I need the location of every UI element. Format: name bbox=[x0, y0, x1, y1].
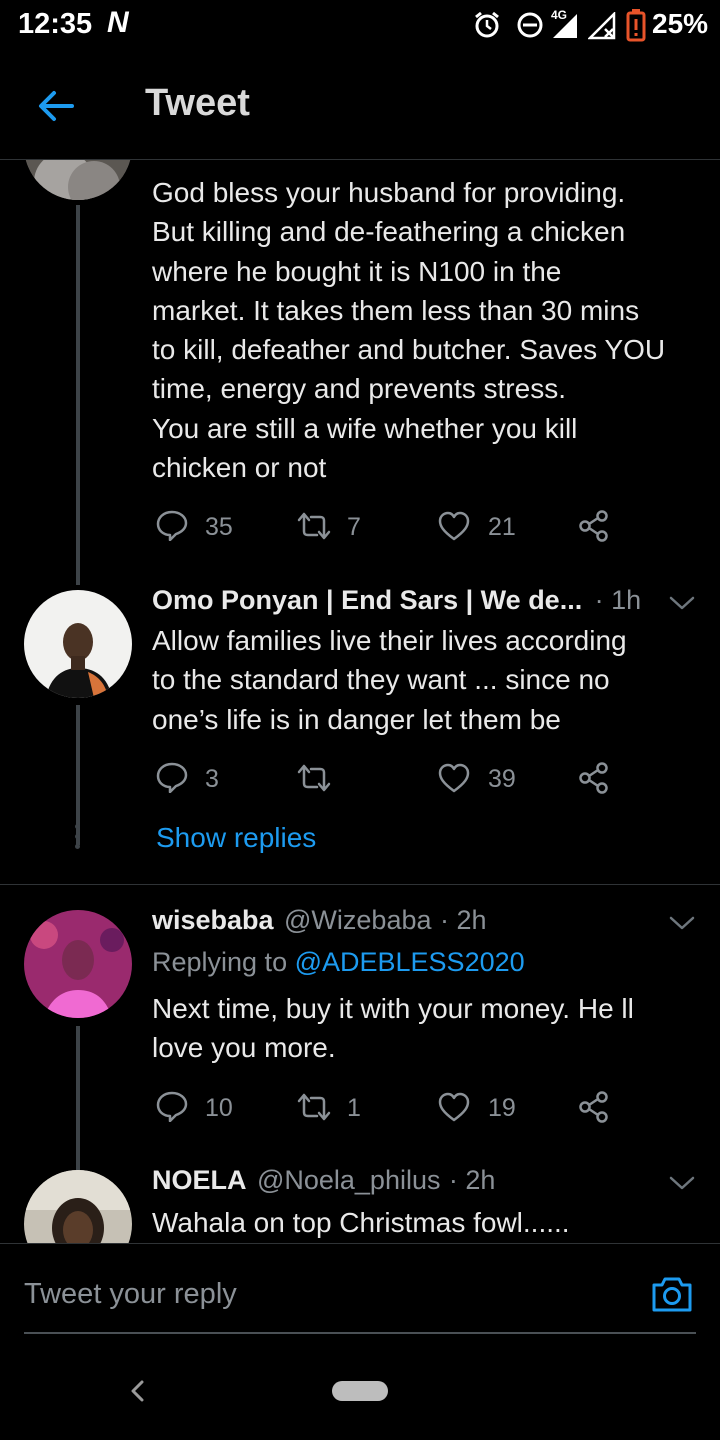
chevron-down-icon[interactable] bbox=[668, 593, 696, 613]
tweet-header: NOELA @Noela_philus · 2h bbox=[152, 1165, 662, 1201]
tweet-time: · 2h bbox=[439, 905, 487, 935]
camera-icon[interactable] bbox=[650, 1274, 694, 1314]
reply-icon[interactable] bbox=[155, 1090, 189, 1122]
user-name[interactable]: Omo Ponyan | End Sars | We de... bbox=[152, 585, 582, 615]
chevron-down-icon[interactable] bbox=[668, 1173, 696, 1193]
like-icon[interactable] bbox=[437, 762, 471, 794]
home-pill[interactable] bbox=[332, 1381, 388, 1401]
reply-count: 10 bbox=[205, 1094, 233, 1122]
reply-underline bbox=[24, 1332, 696, 1334]
retweet-count: 1 bbox=[347, 1094, 361, 1122]
avatar-photo bbox=[24, 160, 132, 200]
user-handle[interactable]: @Noela_philus bbox=[257, 1165, 441, 1195]
share-icon[interactable] bbox=[578, 509, 610, 543]
replying-to-label: Replying to bbox=[152, 947, 295, 977]
carrier-icon: N bbox=[107, 6, 129, 39]
share-icon[interactable] bbox=[578, 761, 610, 795]
battery-percent: 25% bbox=[652, 8, 709, 39]
like-icon[interactable] bbox=[437, 510, 471, 542]
reply-count: 3 bbox=[205, 765, 219, 793]
tweet-time: · 1h bbox=[594, 585, 642, 615]
replying-to-handle[interactable]: @ADEBLESS2020 bbox=[295, 947, 525, 977]
app-header: Tweet bbox=[0, 52, 720, 160]
like-count: 21 bbox=[488, 513, 516, 541]
avatar[interactable] bbox=[24, 1170, 132, 1243]
avatar[interactable] bbox=[24, 910, 132, 1018]
tweet-text: Next time, buy it with your money. He ll… bbox=[152, 993, 634, 1064]
tweet-actions: 35 7 21 bbox=[155, 507, 675, 547]
reply-icon[interactable] bbox=[155, 509, 189, 541]
chevron-down-icon[interactable] bbox=[668, 913, 696, 933]
avatar[interactable] bbox=[24, 590, 132, 698]
system-nav-bar bbox=[0, 1343, 720, 1440]
avatar-photo bbox=[24, 1170, 132, 1243]
retweet-icon[interactable] bbox=[295, 511, 333, 541]
user-name[interactable]: NOELA bbox=[152, 1165, 247, 1195]
avatar-photo bbox=[24, 910, 132, 1018]
page-title: Tweet bbox=[145, 82, 250, 124]
tweet-header: wisebaba @Wizebaba · 2h bbox=[152, 905, 662, 941]
status-bar: 12:35 N 4G 25% bbox=[0, 0, 720, 52]
tweet-actions: 10 1 19 bbox=[155, 1088, 675, 1128]
do-not-disturb-icon bbox=[517, 12, 543, 38]
tweet-thread: God bless your husband for providing. Bu… bbox=[0, 160, 720, 1243]
tweet-actions: 3 39 bbox=[155, 759, 675, 799]
user-handle[interactable]: @Wizebaba bbox=[284, 905, 431, 935]
thread-line bbox=[76, 205, 80, 585]
retweet-icon[interactable] bbox=[295, 763, 333, 793]
tweet-text: God bless your husband for providing. Bu… bbox=[152, 177, 666, 484]
user-name[interactable]: wisebaba bbox=[152, 905, 274, 935]
nav-back-icon[interactable] bbox=[128, 1379, 148, 1403]
retweet-count: 7 bbox=[347, 513, 361, 541]
reply-icon[interactable] bbox=[155, 761, 189, 793]
avatar-photo bbox=[24, 590, 132, 698]
tweet-time: · 2h bbox=[448, 1165, 496, 1195]
show-replies-link[interactable]: Show replies bbox=[156, 822, 316, 854]
like-icon[interactable] bbox=[437, 1091, 471, 1123]
status-time: 12:35 bbox=[18, 8, 93, 40]
like-count: 39 bbox=[488, 765, 516, 793]
avatar[interactable] bbox=[24, 160, 132, 200]
alarm-icon bbox=[475, 11, 499, 38]
reply-count: 35 bbox=[205, 513, 233, 541]
thread-more-dots bbox=[75, 824, 81, 854]
tweet-text: Wahala on top Christmas fowl...... bbox=[152, 1207, 570, 1238]
like-count: 19 bbox=[488, 1094, 516, 1122]
divider bbox=[0, 884, 720, 885]
retweet-icon[interactable] bbox=[295, 1092, 333, 1122]
signal-icon bbox=[553, 14, 577, 38]
arrow-left-icon[interactable] bbox=[36, 86, 76, 126]
reply-composer: Tweet your reply bbox=[0, 1243, 720, 1344]
share-icon[interactable] bbox=[578, 1090, 610, 1124]
reply-input[interactable]: Tweet your reply bbox=[24, 1278, 237, 1311]
signal-x-icon bbox=[588, 12, 616, 40]
tweet-header: Omo Ponyan | End Sars | We de... · 1h bbox=[152, 585, 697, 621]
tweet-text: Allow families live their lives accordin… bbox=[152, 625, 627, 735]
thread-line bbox=[76, 1026, 80, 1172]
battery-icon bbox=[626, 9, 646, 42]
replying-to: Replying to @ADEBLESS2020 bbox=[152, 947, 525, 978]
